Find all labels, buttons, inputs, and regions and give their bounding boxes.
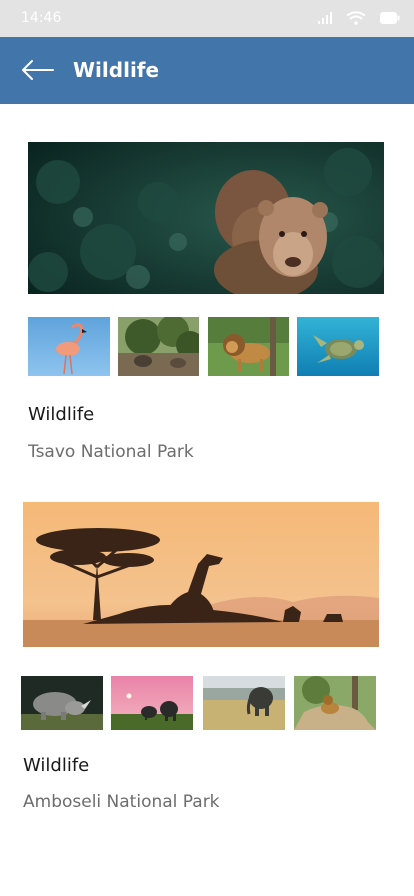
thumbnail-image[interactable] xyxy=(118,317,199,376)
arrow-left-icon xyxy=(22,60,54,80)
card-subtitle: Tsavo National Park xyxy=(28,442,194,462)
lionesses-photo xyxy=(28,142,384,294)
thumbnail-image[interactable] xyxy=(111,676,193,730)
app-bar: Wildlife xyxy=(0,37,414,104)
back-button[interactable] xyxy=(14,53,60,87)
flamingo-photo xyxy=(28,317,110,376)
thumbnail-image[interactable] xyxy=(28,317,110,376)
elephants-dusk-photo xyxy=(111,676,193,730)
thumbnail-image[interactable] xyxy=(21,676,103,730)
thumbnail-image[interactable] xyxy=(208,317,289,376)
elephant-photo xyxy=(203,676,285,730)
hyenas-photo xyxy=(118,317,199,376)
card-hero-image[interactable] xyxy=(28,142,384,294)
lions-rock-photo xyxy=(294,676,376,730)
rhino-photo xyxy=(21,676,103,730)
status-bar: 14:46 xyxy=(0,0,414,37)
thumbnail-image[interactable] xyxy=(203,676,285,730)
wifi-icon xyxy=(346,11,366,25)
status-time: 14:46 xyxy=(21,10,62,26)
giraffe-sunset-photo xyxy=(23,502,379,647)
battery-icon xyxy=(380,12,400,24)
card-hero-image[interactable] xyxy=(23,502,379,647)
sea-turtle-photo xyxy=(297,317,379,376)
status-icons xyxy=(318,10,400,26)
thumbnail-image[interactable] xyxy=(294,676,376,730)
card-title: Wildlife xyxy=(28,404,95,425)
thumbnail-image[interactable] xyxy=(297,317,379,376)
card-subtitle: Amboseli National Park xyxy=(23,792,220,812)
page-title: Wildlife xyxy=(73,58,160,82)
card-title: Wildlife xyxy=(23,755,90,776)
signal-icon xyxy=(318,12,332,24)
lion-photo xyxy=(208,317,289,376)
